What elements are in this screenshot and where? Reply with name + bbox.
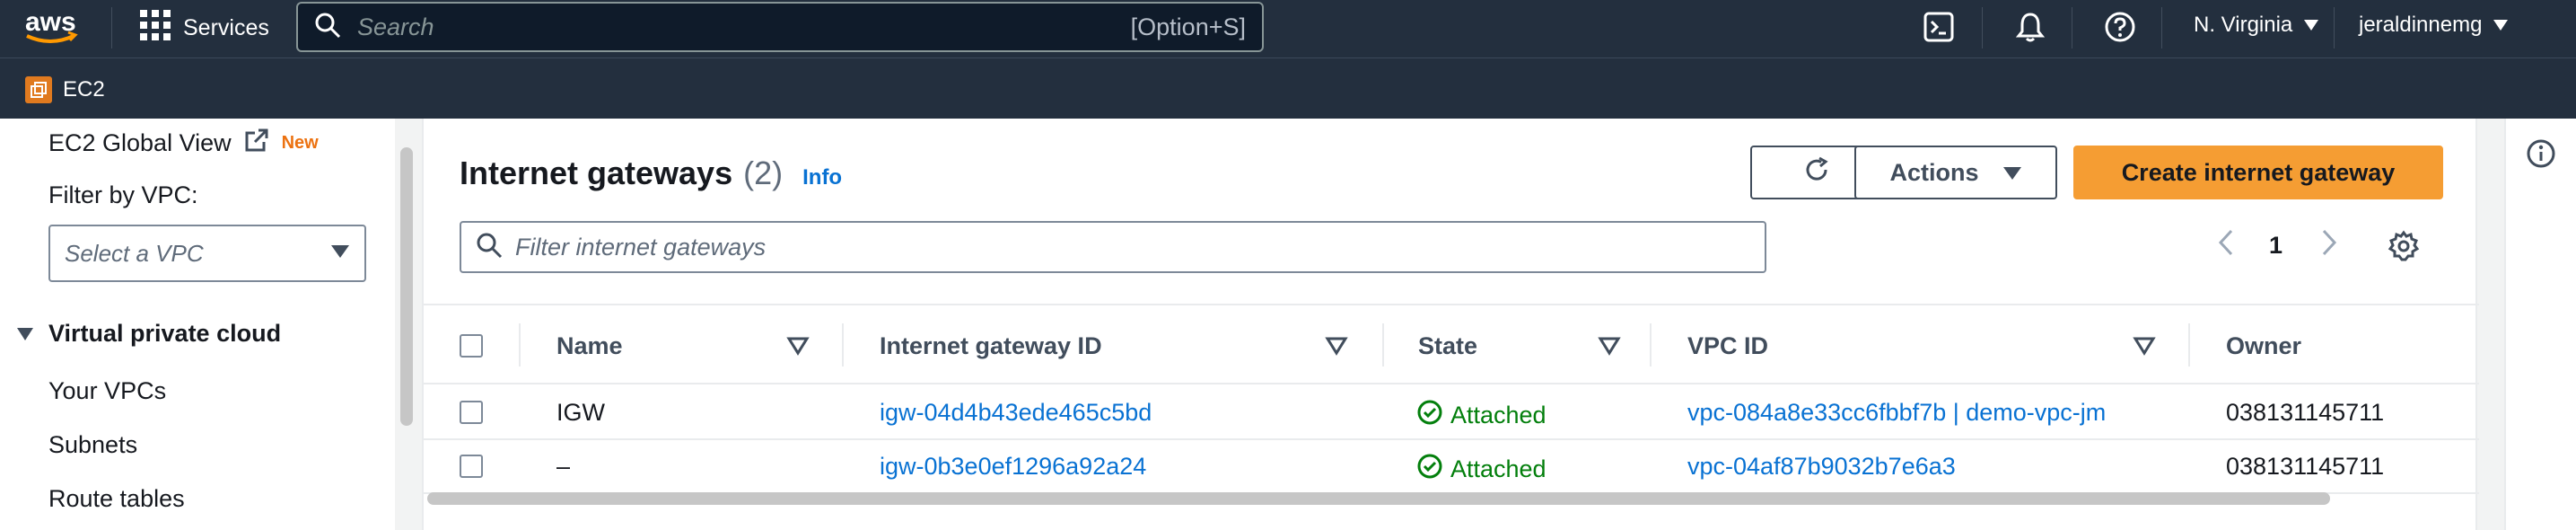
row-owner: 038131145711 <box>2226 399 2385 426</box>
row-vpc-id-link[interactable]: vpc-084a8e33cc6fbbf7b | demo-vpc-jm <box>1687 399 2106 427</box>
gateway-count: (2) <box>743 155 784 191</box>
cloudshell-icon[interactable] <box>1923 11 1955 43</box>
help-icon[interactable] <box>2104 11 2136 43</box>
next-page-icon[interactable] <box>2318 228 2340 263</box>
top-navigation: aws Services Search [Option+S] N. Virgin… <box>0 0 2576 57</box>
vpc-select-placeholder: Select a VPC <box>65 239 204 267</box>
search-shortcut: [Option+S] <box>1130 13 1246 40</box>
sort-icon[interactable] <box>1325 334 1348 358</box>
aws-logo[interactable]: aws <box>23 5 81 47</box>
caret-down-icon <box>330 244 350 263</box>
row-gateway-id-link[interactable]: igw-0b3e0ef1296a92a24 <box>880 453 1146 481</box>
grid-icon <box>140 9 171 47</box>
ec2-service-icon <box>25 76 52 103</box>
filter-placeholder: Filter internet gateways <box>515 233 767 261</box>
filter-gateways-input[interactable]: Filter internet gateways <box>460 221 1766 273</box>
info-panel-icon[interactable] <box>2526 138 2556 173</box>
settings-gear-icon[interactable] <box>2388 230 2420 267</box>
row-checkbox[interactable] <box>460 401 483 424</box>
internet-gateways-panel: Internet gateways (2) Info Actions Creat… <box>422 119 2479 530</box>
region-selector[interactable]: N. Virginia <box>2194 13 2319 38</box>
column-vpc-id[interactable]: VPC ID <box>1687 332 1768 360</box>
account-name: jeraldinnemg <box>2359 13 2483 37</box>
row-state: Attached <box>1416 399 1546 432</box>
column-internet-gateway-id[interactable]: Internet gateway ID <box>880 332 1102 360</box>
refresh-icon <box>1801 155 1832 191</box>
table-header: Name Internet gateway ID State VPC ID Ow… <box>424 304 2479 384</box>
sidebar-item-ec2-global-view[interactable]: EC2 Global View New <box>48 128 319 159</box>
row-state: Attached <box>1416 453 1546 486</box>
pagination: 1 <box>2215 228 2340 263</box>
sidebar-item-your-vpcs[interactable]: Your VPCs <box>48 377 166 405</box>
row-name: IGW <box>556 399 605 426</box>
sidebar: EC2 Global View New Filter by VPC: Selec… <box>0 119 395 530</box>
column-owner[interactable]: Owner <box>2226 332 2301 360</box>
caret-down-icon <box>2493 13 2509 38</box>
success-check-icon <box>1416 399 1443 432</box>
row-checkbox[interactable] <box>460 455 483 478</box>
row-vpc-id-link[interactable]: vpc-04af87b9032b7e6a3 <box>1687 453 1956 481</box>
sidebar-item-label: EC2 Global View <box>48 129 232 156</box>
new-badge: New <box>281 133 319 153</box>
service-ec2-link[interactable]: EC2 <box>25 76 105 103</box>
page-title-text: Internet gateways <box>460 155 733 191</box>
actions-button[interactable]: Actions <box>1854 146 2057 199</box>
row-owner: 038131145711 <box>2226 453 2385 480</box>
create-internet-gateway-button[interactable]: Create internet gateway <box>2073 146 2443 199</box>
services-menu[interactable]: Services <box>140 9 269 43</box>
section-virtual-private-cloud[interactable]: Virtual private cloud <box>16 320 281 348</box>
external-link-icon <box>244 128 269 159</box>
sidebar-item-route-tables[interactable]: Route tables <box>48 485 185 513</box>
caret-down-icon <box>16 320 34 348</box>
previous-page-icon[interactable] <box>2215 228 2237 263</box>
actions-label: Actions <box>1889 158 1979 186</box>
success-check-icon <box>1416 453 1443 486</box>
table-horizontal-scrollbar[interactable] <box>427 492 2330 505</box>
sidebar-scrollbar-thumb[interactable] <box>400 147 413 426</box>
service-bar: EC2 <box>0 57 2576 119</box>
help-panel-rail <box>2504 119 2576 530</box>
row-name: – <box>556 453 571 480</box>
sort-icon[interactable] <box>1598 334 1621 358</box>
select-all-checkbox[interactable] <box>460 334 483 358</box>
search-icon <box>314 12 341 43</box>
sort-icon[interactable] <box>786 334 810 358</box>
sort-icon[interactable] <box>2133 334 2156 358</box>
vpc-filter-select[interactable]: Select a VPC <box>48 225 366 282</box>
state-label: Attached <box>1450 402 1546 428</box>
notifications-bell-icon[interactable] <box>2014 11 2046 43</box>
table-row[interactable]: – igw-0b3e0ef1296a92a24 Attached vpc-04a… <box>424 440 2479 494</box>
sidebar-item-subnets[interactable]: Subnets <box>48 431 137 459</box>
page-title: Internet gateways (2) Info <box>460 155 842 192</box>
account-menu[interactable]: jeraldinnemg <box>2359 13 2509 38</box>
current-page[interactable]: 1 <box>2269 232 2282 260</box>
column-state[interactable]: State <box>1418 332 1477 360</box>
column-name[interactable]: Name <box>556 332 623 360</box>
row-gateway-id-link[interactable]: igw-04d4b43ede465c5bd <box>880 399 1152 427</box>
region-label: N. Virginia <box>2194 13 2293 37</box>
section-label: Virtual private cloud <box>48 320 282 347</box>
services-label: Services <box>183 14 269 40</box>
search-icon <box>476 232 503 263</box>
service-name: EC2 <box>63 77 105 102</box>
caret-down-icon <box>2002 159 2022 187</box>
filter-by-vpc-label: Filter by VPC: <box>48 181 198 208</box>
table-row[interactable]: IGW igw-04d4b43ede465c5bd Attached vpc-0… <box>424 386 2479 440</box>
search-placeholder: Search <box>357 13 434 40</box>
state-label: Attached <box>1450 455 1546 482</box>
search-input[interactable]: Search [Option+S] <box>296 2 1264 52</box>
info-link[interactable]: Info <box>802 165 842 190</box>
caret-down-icon <box>2303 13 2319 38</box>
